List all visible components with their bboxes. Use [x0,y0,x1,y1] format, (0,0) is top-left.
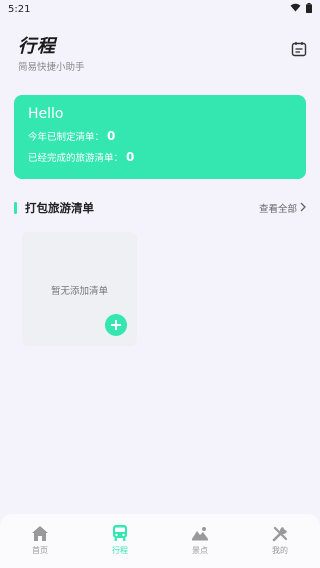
created-row: 今年已制定清单： 0 [28,129,292,143]
tab-itinerary[interactable]: 行程 [80,524,160,568]
status-icons [290,2,312,16]
page-title: 行程 [18,36,56,57]
tab-home[interactable]: 首页 [0,524,80,568]
section-header: 打包旅游清单 查看全部 [14,199,306,217]
tab-itinerary-label: 行程 [112,546,128,555]
calendar-button[interactable] [290,42,308,60]
tools-icon [271,524,289,542]
tab-home-label: 首页 [32,546,48,555]
completed-row: 已经完成的旅游清单： 0 [28,150,292,164]
tab-attractions[interactable]: 景点 [160,524,240,568]
status-time: 5:21 [8,3,31,15]
tab-attractions-label: 景点 [192,546,208,555]
tab-mine[interactable]: 我的 [240,524,320,568]
battery-icon [306,2,312,16]
wifi-icon [290,3,301,15]
created-count: 0 [107,129,116,143]
completed-count: 0 [126,150,135,164]
view-all-label: 查看全部 [258,204,297,215]
page-header: 行程 简易快捷小助手 [18,32,308,76]
calendar-icon [291,41,307,61]
section-accent-bar [14,202,17,214]
add-list-button[interactable] [105,314,127,336]
plus-icon [110,316,122,335]
home-icon [31,524,49,542]
empty-list-text: 暂无添加清单 [50,286,108,297]
status-bar: 5:21 [0,0,320,18]
summary-card: Hello 今年已制定清单： 0 已经完成的旅游清单： 0 [14,95,306,179]
bottom-tab-bar: 首页 行程 景点 我的 [0,514,320,568]
completed-label: 已经完成的旅游清单： [28,153,124,164]
chevron-right-icon [297,202,306,215]
created-label: 今年已制定清单： [28,132,105,143]
view-all-link[interactable]: 查看全部 [259,201,306,215]
bus-icon [111,524,129,542]
tab-mine-label: 我的 [272,546,288,555]
section-title: 打包旅游清单 [25,201,94,215]
mountain-icon [191,524,209,542]
empty-list-card: 暂无添加清单 [22,232,137,346]
section-title-wrap: 打包旅游清单 [14,200,94,216]
greeting: Hello [28,106,64,122]
page-subtitle: 简易快捷小助手 [18,62,85,73]
